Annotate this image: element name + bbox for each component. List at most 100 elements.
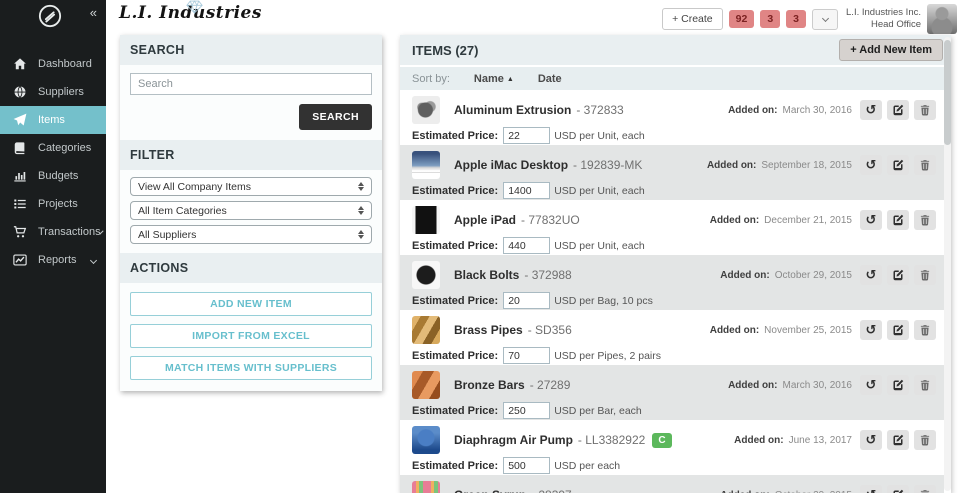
- history-button[interactable]: ↺: [860, 430, 882, 450]
- item-thumbnail[interactable]: [412, 206, 440, 234]
- delete-button[interactable]: [914, 375, 936, 395]
- app-logo-icon[interactable]: [38, 4, 62, 28]
- item-name[interactable]: Green Syrup: [454, 488, 526, 493]
- filter-company-select[interactable]: View All Company Items: [130, 177, 372, 196]
- edit-button[interactable]: [887, 485, 909, 493]
- sidebar-item-label: Categories: [38, 142, 92, 154]
- history-button[interactable]: ↺: [860, 265, 882, 285]
- sidebar-collapse-button[interactable]: «: [90, 5, 97, 20]
- delete-button[interactable]: [914, 320, 936, 340]
- item-thumbnail[interactable]: [412, 371, 440, 399]
- item-name[interactable]: Aluminum Extrusion: [454, 103, 571, 117]
- price-unit: USD per each: [554, 459, 621, 472]
- edit-button[interactable]: [887, 100, 909, 120]
- items-scrollbar-thumb[interactable]: [944, 40, 951, 145]
- history-button[interactable]: ↺: [860, 155, 882, 175]
- item-thumbnail[interactable]: [412, 261, 440, 289]
- item-thumbnail[interactable]: [412, 481, 440, 493]
- price-input[interactable]: [503, 292, 551, 309]
- add-new-item-button[interactable]: + Add New Item: [839, 39, 943, 61]
- sidebar-item-reports[interactable]: Reports: [0, 246, 106, 274]
- item-name[interactable]: Brass Pipes: [454, 323, 523, 337]
- added-on-date: December 21, 2015: [764, 214, 852, 226]
- price-unit: USD per Unit, each: [554, 129, 645, 142]
- item-thumbnail[interactable]: [412, 316, 440, 344]
- avatar[interactable]: [927, 4, 957, 34]
- sidebar-item-dashboard[interactable]: Dashboard: [0, 50, 106, 78]
- bar-chart-icon: [13, 169, 27, 183]
- search-input[interactable]: [130, 73, 372, 95]
- sidebar-item-budgets[interactable]: Budgets: [0, 162, 106, 190]
- item-name[interactable]: Apple iMac Desktop: [454, 158, 568, 172]
- item-name[interactable]: Bronze Bars: [454, 378, 525, 392]
- sidebar-item-label: Budgets: [38, 170, 79, 182]
- item-thumbnail[interactable]: [412, 426, 440, 454]
- delete-button[interactable]: [914, 210, 936, 230]
- edit-button[interactable]: [887, 430, 909, 450]
- edit-button[interactable]: [887, 265, 909, 285]
- filter-category-select[interactable]: All Item Categories: [130, 201, 372, 220]
- account-info: L.I. Industries Inc. Head Office: [846, 7, 921, 32]
- sidebar-item-suppliers[interactable]: Suppliers: [0, 78, 106, 106]
- delete-button[interactable]: [914, 155, 936, 175]
- cart-icon: [13, 225, 27, 239]
- edit-button[interactable]: [887, 320, 909, 340]
- sort-bar: Sort by: Name ▲ Date: [400, 67, 951, 90]
- filter-supplier-select[interactable]: All Suppliers: [130, 225, 372, 244]
- price-input[interactable]: [503, 127, 551, 144]
- item-code: - 372988: [524, 268, 572, 282]
- item-name[interactable]: Apple iPad: [454, 213, 516, 227]
- sidebar-item-items[interactable]: Items: [0, 106, 106, 134]
- import-from-excel-button[interactable]: IMPORT FROM EXCEL: [130, 324, 372, 348]
- history-button[interactable]: ↺: [860, 210, 882, 230]
- topbar: L.I. Industries + Create 92 3 3 L.I. Ind…: [106, 0, 960, 34]
- notification-badge-2[interactable]: 3: [760, 10, 781, 28]
- select-arrows-icon: [358, 182, 364, 191]
- sidebar-item-projects[interactable]: Projects: [0, 190, 106, 218]
- match-items-suppliers-button[interactable]: MATCH ITEMS WITH SUPPLIERS: [130, 356, 372, 380]
- delete-button[interactable]: [914, 430, 936, 450]
- items-scrollbar[interactable]: [944, 37, 951, 491]
- added-on-label: Added on:: [709, 214, 760, 226]
- item-flag-badge[interactable]: C: [652, 432, 672, 448]
- sidebar-item-transactions[interactable]: Transactions: [0, 218, 106, 246]
- price-input[interactable]: [503, 402, 551, 419]
- price-unit: USD per Unit, each: [554, 184, 645, 197]
- item-thumbnail[interactable]: [412, 151, 440, 179]
- price-input[interactable]: [503, 237, 551, 254]
- added-on-date: June 13, 2017: [788, 434, 852, 446]
- estimated-price-label: Estimated Price:: [412, 184, 499, 197]
- history-button[interactable]: ↺: [860, 320, 882, 340]
- added-on-date: October 29, 2015: [774, 269, 852, 281]
- add-new-item-action-button[interactable]: ADD NEW ITEM: [130, 292, 372, 316]
- delete-button[interactable]: [914, 265, 936, 285]
- sort-by-date[interactable]: Date: [538, 73, 562, 85]
- sort-by-name[interactable]: Name ▲: [474, 73, 514, 85]
- history-button[interactable]: ↺: [860, 485, 882, 493]
- item-thumbnail[interactable]: [412, 96, 440, 124]
- item-name[interactable]: Black Bolts: [454, 268, 519, 282]
- price-input[interactable]: [503, 457, 551, 474]
- notification-badge-3[interactable]: 3: [786, 10, 807, 28]
- added-on-date: March 30, 2016: [782, 104, 853, 116]
- price-input[interactable]: [503, 182, 551, 199]
- history-button[interactable]: ↺: [860, 375, 882, 395]
- edit-button[interactable]: [887, 375, 909, 395]
- sidebar-item-categories[interactable]: Categories: [0, 134, 106, 162]
- price-input[interactable]: [503, 347, 551, 364]
- estimated-price-label: Estimated Price:: [412, 349, 499, 362]
- estimated-price-label: Estimated Price:: [412, 129, 499, 142]
- delete-button[interactable]: [914, 100, 936, 120]
- history-button[interactable]: ↺: [860, 100, 882, 120]
- item-name[interactable]: Diaphragm Air Pump: [454, 433, 573, 447]
- book-icon: [13, 141, 27, 155]
- account-dropdown-button[interactable]: [812, 8, 839, 30]
- create-button[interactable]: + Create: [662, 8, 723, 30]
- edit-button[interactable]: [887, 210, 909, 230]
- line-chart-icon: [13, 253, 27, 267]
- search-button[interactable]: SEARCH: [299, 104, 372, 130]
- delete-button[interactable]: [914, 485, 936, 493]
- notification-badge-1[interactable]: 92: [728, 10, 755, 28]
- company-logo[interactable]: L.I. Industries: [119, 0, 262, 23]
- edit-button[interactable]: [887, 155, 909, 175]
